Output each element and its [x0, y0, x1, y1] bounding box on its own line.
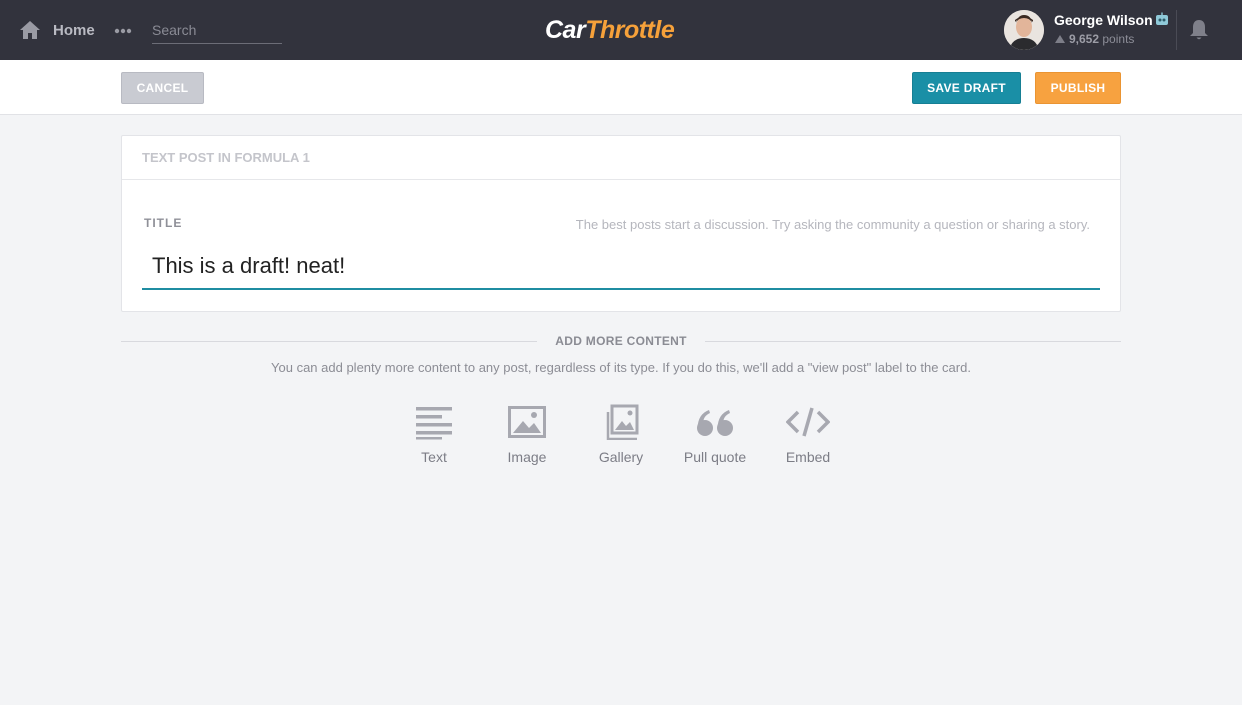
avatar-portrait-icon: [1004, 10, 1044, 50]
section-divider-left: [121, 341, 537, 342]
nav-divider: [1176, 10, 1177, 50]
title-hint: The best posts start a discussion. Try a…: [575, 217, 1090, 232]
post-title-input[interactable]: [142, 244, 1100, 290]
points-value: 9,652: [1069, 32, 1100, 46]
section-divider-right: [705, 341, 1121, 342]
title-label: TITLE: [144, 216, 183, 230]
logo-text-car: Car: [545, 16, 586, 44]
gallery-icon: [606, 404, 639, 440]
bell-icon[interactable]: [1187, 18, 1211, 42]
user-name[interactable]: George Wilson: [1054, 12, 1153, 28]
search-field-wrapper: [152, 18, 282, 44]
user-avatar[interactable]: [1004, 10, 1044, 50]
quote-icon: [697, 410, 733, 436]
add-image-label: Image: [507, 449, 547, 465]
add-text-label: Text: [421, 449, 447, 465]
add-pull-quote-tool[interactable]: Pull quote: [677, 404, 753, 476]
home-link[interactable]: Home: [53, 22, 95, 39]
code-icon: [786, 407, 830, 437]
add-more-content-title: ADD MORE CONTENT: [555, 334, 687, 348]
add-embed-label: Embed: [785, 449, 831, 465]
search-input[interactable]: [152, 18, 282, 42]
logo-text-throttle: Throttle: [585, 16, 675, 44]
add-gallery-label: Gallery: [598, 449, 644, 465]
save-draft-button[interactable]: SAVE DRAFT: [912, 72, 1021, 104]
user-points: 9,652 points: [1055, 32, 1134, 46]
more-dots-icon[interactable]: [114, 28, 132, 34]
add-text-tool[interactable]: Text: [396, 404, 472, 476]
publish-button[interactable]: PUBLISH: [1035, 72, 1121, 104]
add-image-tool[interactable]: Image: [489, 404, 565, 476]
post-type-header: TEXT POST IN FORMULA 1: [122, 136, 1120, 180]
post-editor-card: TEXT POST IN FORMULA 1 TITLE The best po…: [121, 135, 1121, 312]
robot-badge-icon: [1156, 12, 1168, 25]
top-navigation-bar: Home CarThrottle George Wilson 9,652 poi…: [0, 0, 1242, 60]
cancel-button[interactable]: CANCEL: [121, 72, 204, 104]
add-gallery-tool[interactable]: Gallery: [583, 404, 659, 476]
image-icon: [508, 406, 546, 438]
add-embed-tool[interactable]: Embed: [770, 404, 846, 476]
editor-action-bar: CANCEL SAVE DRAFT PUBLISH: [0, 60, 1242, 115]
add-more-content-description: You can add plenty more content to any p…: [271, 360, 971, 375]
points-label: points: [1102, 32, 1135, 46]
add-pull-quote-label: Pull quote: [683, 449, 747, 465]
text-lines-icon: [416, 407, 452, 440]
site-logo[interactable]: CarThrottle: [545, 14, 675, 46]
triangle-up-icon: [1055, 35, 1065, 43]
home-icon[interactable]: [19, 20, 41, 40]
content-type-toolbar: Text Image Gallery Pull quote Embed: [396, 404, 856, 484]
